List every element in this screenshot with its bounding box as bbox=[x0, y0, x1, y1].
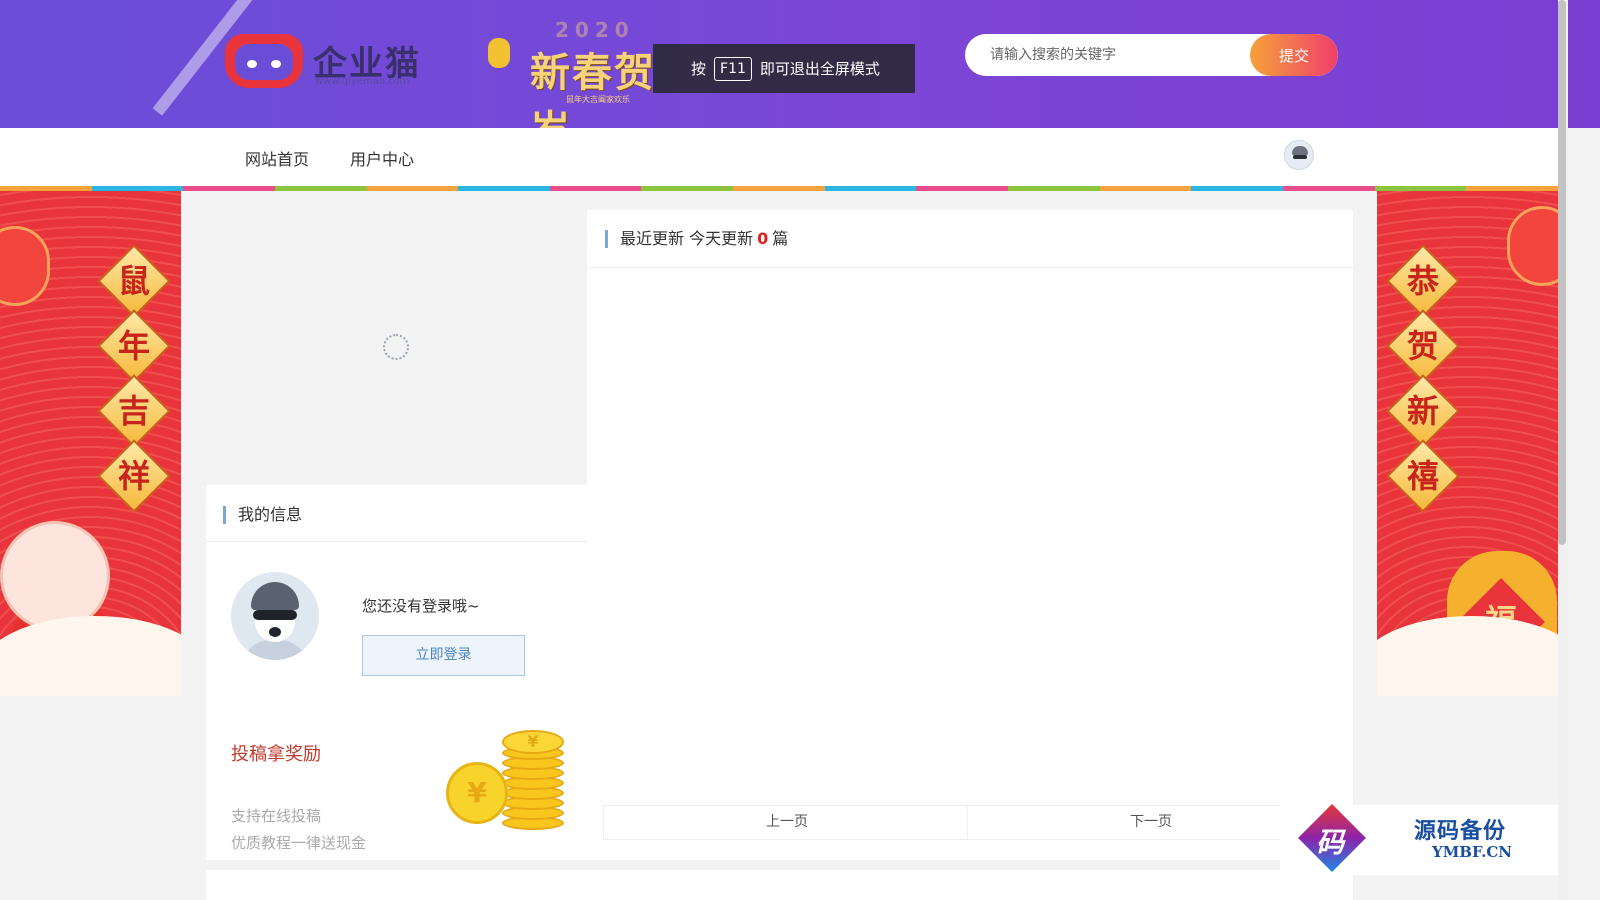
search-box: 提交 bbox=[965, 34, 1338, 76]
my-info-title: 我的信息 bbox=[223, 506, 302, 524]
color-stripe-segment bbox=[1099, 186, 1192, 191]
banner-char: 祥 bbox=[117, 457, 150, 495]
my-info-panel: 我的信息 您还没有登录哦~ 立即登录 投稿拿奖励 支持在线投稿 优质教程一律送现… bbox=[206, 485, 587, 860]
loading-spinner-icon bbox=[383, 334, 409, 360]
coin-symbol: ¥ bbox=[502, 730, 564, 754]
color-stripe-segment bbox=[274, 186, 367, 191]
color-stripe-segment bbox=[641, 186, 734, 191]
banner-char: 吉 bbox=[117, 392, 150, 430]
user-avatar-icon[interactable] bbox=[1284, 140, 1314, 170]
banner-char: 恭 bbox=[1406, 262, 1439, 300]
color-stripe-segment bbox=[549, 186, 642, 191]
logo-url: www.qiyemao.com bbox=[315, 76, 410, 87]
color-stripe-segment bbox=[916, 186, 1009, 191]
watermark-sub: YMBF.CN bbox=[1432, 843, 1513, 861]
divider bbox=[587, 267, 1353, 268]
watermark-text: 源码备份 bbox=[1414, 818, 1507, 844]
banner-char: 年 bbox=[117, 327, 150, 365]
reward-title[interactable]: 投稿拿奖励 bbox=[231, 740, 321, 766]
not-logged-text: 您还没有登录哦~ bbox=[362, 597, 480, 615]
reward-line: 优质教程一律送现金 bbox=[231, 834, 367, 852]
lantern-icon bbox=[1507, 206, 1558, 286]
color-stripe-segment bbox=[824, 186, 917, 191]
nav-item-user-center[interactable]: 用户中心 bbox=[350, 146, 414, 170]
banner-char: 禧 bbox=[1406, 457, 1439, 495]
mouse-mascot-icon bbox=[0, 521, 110, 631]
logo-eye-right bbox=[271, 60, 281, 68]
site-logo[interactable]: 企业猫 www.qiyemao.com bbox=[225, 30, 455, 100]
next-section-top bbox=[206, 870, 1353, 900]
main-nav: 网站首页 用户中心 bbox=[0, 128, 1558, 186]
search-input[interactable] bbox=[965, 34, 1250, 76]
divider bbox=[206, 541, 587, 542]
color-stripe-segment bbox=[1282, 186, 1375, 191]
watermark-logo-icon: 码 bbox=[1298, 804, 1382, 872]
watermark: 码 源码备份 YMBF.CN bbox=[1280, 804, 1558, 875]
reward-line: 支持在线投稿 bbox=[231, 807, 322, 825]
recent-updates-panel: 最近更新 今天更新 0 篇 上一页 下一页 bbox=[587, 210, 1353, 860]
nav-item-home[interactable]: 网站首页 bbox=[245, 146, 309, 170]
lantern-icon bbox=[488, 38, 510, 68]
cloud-decoration bbox=[1377, 616, 1558, 696]
color-stripe-segment bbox=[1008, 186, 1100, 191]
watermark-char: 码 bbox=[1316, 826, 1345, 859]
coins-icon: ¥ ¥ bbox=[446, 730, 566, 830]
recent-updates-title: 最近更新 今天更新 0 篇 bbox=[605, 230, 788, 248]
left-festive-banner: 鼠 年 吉 祥 bbox=[0, 191, 181, 696]
fullscreen-tip: 按 F11 即可退出全屏模式 bbox=[653, 44, 915, 93]
new-year-banner: 2020 新春贺岁 鼠年大吉阖家欢乐 bbox=[480, 18, 670, 128]
page-scrollbar[interactable] bbox=[1558, 0, 1568, 900]
default-avatar-icon bbox=[231, 572, 319, 660]
main-container: 我的信息 您还没有登录哦~ 立即登录 投稿拿奖励 支持在线投稿 优质教程一律送现… bbox=[206, 210, 1353, 860]
fullscreen-tip-suffix: 即可退出全屏模式 bbox=[759, 60, 880, 78]
logo-eye-left bbox=[247, 60, 257, 68]
search-submit-button[interactable]: 提交 bbox=[1250, 34, 1338, 76]
right-festive-banner: 恭 贺 新 禧 福 bbox=[1377, 191, 1558, 696]
lantern-icon bbox=[0, 226, 50, 306]
f11-key: F11 bbox=[714, 56, 752, 81]
cat-logo-icon bbox=[225, 34, 303, 88]
slider-placeholder bbox=[206, 210, 587, 485]
banner-year: 2020 bbox=[555, 18, 635, 42]
color-stripe-segment bbox=[183, 186, 275, 191]
color-stripe bbox=[0, 186, 1558, 191]
scrollbar-thumb[interactable] bbox=[1558, 0, 1566, 545]
color-stripe-segment bbox=[733, 186, 825, 191]
color-stripe-segment bbox=[366, 186, 459, 191]
banner-char: 贺 bbox=[1406, 327, 1439, 365]
left-column: 我的信息 您还没有登录哦~ 立即登录 投稿拿奖励 支持在线投稿 优质教程一律送现… bbox=[206, 210, 587, 860]
updates-title-prefix: 最近更新 今天更新 bbox=[620, 229, 754, 248]
login-button[interactable]: 立即登录 bbox=[362, 635, 525, 676]
fullscreen-tip-prefix: 按 bbox=[691, 60, 707, 78]
header: 企业猫 www.qiyemao.com 2020 新春贺岁 鼠年大吉阖家欢乐 按… bbox=[0, 0, 1600, 128]
today-update-count: 0 bbox=[757, 229, 769, 248]
coin-symbol: ¥ bbox=[446, 762, 508, 824]
banner-char: 新 bbox=[1406, 392, 1439, 430]
color-stripe-segment bbox=[1191, 186, 1283, 191]
banner-subtitle: 鼠年大吉阖家欢乐 bbox=[566, 95, 630, 104]
color-stripe-segment bbox=[458, 186, 550, 191]
updates-title-suffix: 篇 bbox=[772, 229, 789, 248]
banner-title: 新春贺岁 bbox=[530, 49, 656, 128]
cloud-decoration bbox=[0, 616, 181, 696]
prev-page-button[interactable]: 上一页 bbox=[603, 805, 971, 840]
banner-char: 鼠 bbox=[117, 262, 150, 300]
